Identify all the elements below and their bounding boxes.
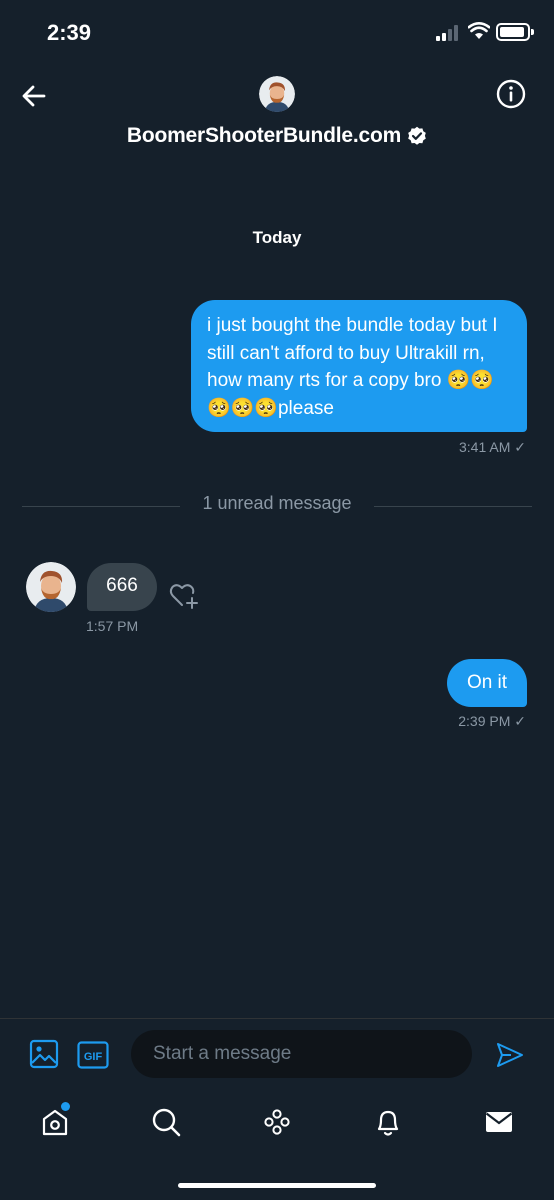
conversation-header: BoomerShooterBundle.com <box>0 64 554 164</box>
message-timestamp: 2:39 PM ✓ <box>458 713 526 729</box>
notification-dot <box>61 1102 70 1111</box>
gif-icon[interactable]: GIF <box>77 1041 109 1069</box>
date-separator: Today <box>252 228 302 247</box>
status-time: 2:39 <box>47 20 92 45</box>
image-icon[interactable] <box>29 1039 59 1069</box>
outgoing-message-bubble[interactable]: On it <box>447 659 527 707</box>
message-timestamp: 1:57 PM <box>86 618 139 634</box>
verified-badge-icon <box>407 126 427 146</box>
search-icon[interactable] <box>148 1104 184 1140</box>
cellular-signal-icon <box>436 25 462 41</box>
message-timestamp: 3:41 AM ✓ <box>459 439 526 455</box>
notifications-icon[interactable] <box>370 1104 406 1140</box>
unread-label: 1 unread message <box>202 493 352 513</box>
bottom-tab-bar <box>0 1096 554 1156</box>
wifi-icon <box>468 22 490 40</box>
sender-avatar[interactable] <box>26 562 76 612</box>
header-title-row: BoomerShooterBundle.com <box>0 124 554 148</box>
header-avatar[interactable] <box>259 76 295 112</box>
battery-tip <box>531 29 534 35</box>
spaces-icon[interactable] <box>259 1104 295 1140</box>
header-name[interactable]: BoomerShooterBundle.com <box>127 124 401 148</box>
info-icon[interactable] <box>495 78 527 110</box>
message-input[interactable] <box>131 1030 472 1078</box>
gif-label: GIF <box>84 1051 103 1063</box>
battery-icon <box>496 23 530 41</box>
home-indicator <box>178 1183 376 1188</box>
messages-icon[interactable] <box>481 1104 517 1140</box>
incoming-message-bubble[interactable]: 666 <box>87 563 157 611</box>
outgoing-message-bubble[interactable]: i just bought the bundle today but I sti… <box>191 300 527 432</box>
status-bar: 2:39 <box>0 0 554 64</box>
unread-divider: 1 unread message <box>22 493 532 517</box>
heart-add-reaction-icon[interactable] <box>167 578 201 612</box>
back-arrow-icon[interactable] <box>18 80 50 112</box>
send-icon[interactable] <box>495 1040 525 1070</box>
